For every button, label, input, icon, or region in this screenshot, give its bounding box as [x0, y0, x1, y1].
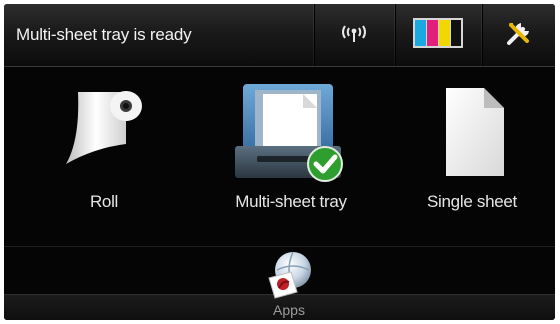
single-sheet-icon	[402, 82, 542, 182]
paper-roll-icon	[22, 86, 186, 186]
setup-button[interactable]	[482, 4, 555, 66]
wireless-button[interactable]	[314, 4, 394, 66]
apps-button[interactable]: Apps	[249, 246, 329, 320]
apps-bar: Apps	[4, 246, 555, 320]
status-message: Multi-sheet tray is ready	[16, 25, 192, 44]
media-option-roll[interactable]: Roll	[22, 66, 186, 246]
status-bar: Multi-sheet tray is ready	[4, 4, 555, 67]
media-label-single-sheet: Single sheet	[427, 192, 517, 211]
media-label-roll: Roll	[89, 192, 119, 211]
multi-sheet-tray-icon	[208, 76, 374, 192]
media-option-single-sheet[interactable]: Single sheet	[402, 66, 542, 246]
printer-control-panel: Multi-sheet tray is ready Roll Multi-she…	[4, 4, 555, 320]
ink-cartridges-button[interactable]	[395, 4, 481, 66]
media-option-multi-sheet-tray[interactable]: Multi-sheet tray	[208, 66, 374, 246]
media-label-multi-sheet-tray: Multi-sheet tray	[235, 192, 347, 211]
wireless-icon	[339, 22, 369, 49]
apps-label: Apps	[273, 302, 305, 318]
setup-tools-icon	[505, 19, 533, 52]
ink-cartridges-icon	[413, 17, 463, 53]
